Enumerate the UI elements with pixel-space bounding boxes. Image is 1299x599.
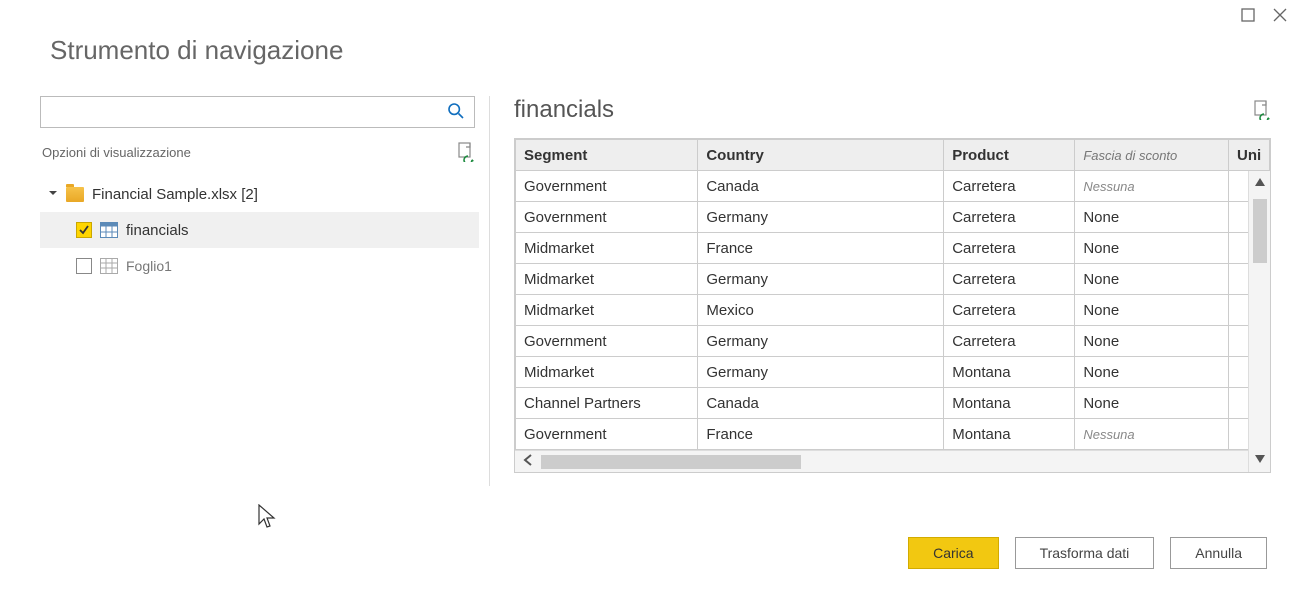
column-header[interactable]: Uni	[1228, 140, 1269, 171]
scroll-thumb-h[interactable]	[541, 455, 801, 469]
column-header[interactable]: Fascia di sconto	[1075, 140, 1229, 171]
load-button[interactable]: Carica	[908, 537, 998, 569]
column-header[interactable]: Segment	[516, 140, 698, 171]
table-icon	[100, 222, 118, 238]
table-cell: Government	[516, 326, 698, 357]
table-row[interactable]: MidmarketMexicoCarreteraNone	[516, 295, 1270, 326]
column-header[interactable]: Product	[944, 140, 1075, 171]
vertical-scrollbar[interactable]	[1248, 171, 1270, 472]
table-cell: None	[1075, 233, 1229, 264]
table-cell: Montana	[944, 357, 1075, 388]
table-cell: Carretera	[944, 233, 1075, 264]
table-cell: Carretera	[944, 171, 1075, 202]
table-row[interactable]: GovernmentCanadaCarreteraNessuna	[516, 171, 1270, 202]
table-cell: Midmarket	[516, 233, 698, 264]
table-cell: Midmarket	[516, 264, 698, 295]
checkbox[interactable]	[76, 258, 92, 274]
table-cell: France	[698, 419, 944, 450]
table-cell: Carretera	[944, 326, 1075, 357]
table-cell: Germany	[698, 264, 944, 295]
tree-item-label: financials	[126, 222, 189, 239]
tree-item-label: Foglio1	[126, 258, 172, 274]
preview-table: SegmentCountryProductFascia di scontoUni…	[514, 138, 1271, 473]
table-row[interactable]: GovernmentFranceMontanaNessuna	[516, 419, 1270, 450]
table-cell: Government	[516, 171, 698, 202]
cancel-button[interactable]: Annulla	[1170, 537, 1267, 569]
table-cell: Mexico	[698, 295, 944, 326]
table-row[interactable]: MidmarketGermanyMontanaNone	[516, 357, 1270, 388]
table-cell: Germany	[698, 357, 944, 388]
table-cell: None	[1075, 295, 1229, 326]
table-cell: Midmarket	[516, 357, 698, 388]
table-row[interactable]: MidmarketFranceCarreteraNone	[516, 233, 1270, 264]
table-row[interactable]: Channel PartnersCanadaMontanaNone	[516, 388, 1270, 419]
refresh-icon[interactable]	[457, 142, 475, 162]
scroll-left-icon[interactable]	[515, 453, 541, 470]
dialog-title: Strumento di navigazione	[0, 0, 1299, 66]
search-input[interactable]	[40, 96, 475, 128]
preview-title: financials	[514, 96, 614, 124]
maximize-button[interactable]	[1241, 8, 1255, 26]
horizontal-scrollbar[interactable]	[515, 450, 1270, 472]
table-cell: Canada	[698, 388, 944, 419]
table-cell: None	[1075, 357, 1229, 388]
mouse-cursor-icon	[258, 504, 278, 533]
folder-icon	[66, 187, 84, 202]
table-cell: Carretera	[944, 264, 1075, 295]
table-cell: Midmarket	[516, 295, 698, 326]
table-cell: Channel Partners	[516, 388, 698, 419]
tree-item-financials[interactable]: financials	[40, 212, 479, 248]
close-button[interactable]	[1273, 8, 1287, 26]
table-cell: Montana	[944, 388, 1075, 419]
tree-root-label: Financial Sample.xlsx [2]	[92, 186, 258, 203]
refresh-preview-icon[interactable]	[1253, 100, 1271, 120]
transform-button[interactable]: Trasforma dati	[1015, 537, 1155, 569]
table-cell: Nessuna	[1075, 171, 1229, 202]
scroll-down-icon[interactable]	[1253, 448, 1267, 472]
table-row[interactable]: GovernmentGermanyCarreteraNone	[516, 202, 1270, 233]
scroll-up-icon[interactable]	[1253, 171, 1267, 195]
checkbox-checked[interactable]	[76, 222, 92, 238]
table-cell: Carretera	[944, 295, 1075, 326]
table-cell: Germany	[698, 326, 944, 357]
display-options-label[interactable]: Opzioni di visualizzazione	[42, 145, 191, 160]
preview-panel: financials SegmentCountryProductFascia d…	[490, 96, 1299, 486]
collapse-icon[interactable]	[48, 187, 58, 201]
table-cell: Nessuna	[1075, 419, 1229, 450]
table-cell: Montana	[944, 419, 1075, 450]
tree-root[interactable]: Financial Sample.xlsx [2]	[40, 176, 479, 212]
table-cell: Canada	[698, 171, 944, 202]
column-header[interactable]: Country	[698, 140, 944, 171]
table-cell: Carretera	[944, 202, 1075, 233]
table-cell: Germany	[698, 202, 944, 233]
table-cell: None	[1075, 202, 1229, 233]
navigator-panel: Opzioni di visualizzazione Financial Sam…	[40, 96, 490, 486]
sheet-icon	[100, 258, 118, 274]
table-cell: France	[698, 233, 944, 264]
table-cell: Government	[516, 202, 698, 233]
tree-item-foglio1[interactable]: Foglio1	[40, 248, 479, 284]
table-row[interactable]: GovernmentGermanyCarreteraNone	[516, 326, 1270, 357]
table-cell: None	[1075, 264, 1229, 295]
table-row[interactable]: MidmarketGermanyCarreteraNone	[516, 264, 1270, 295]
table-cell: None	[1075, 388, 1229, 419]
table-cell: None	[1075, 326, 1229, 357]
table-cell: Government	[516, 419, 698, 450]
search-icon[interactable]	[447, 102, 465, 125]
scroll-thumb[interactable]	[1253, 199, 1267, 263]
